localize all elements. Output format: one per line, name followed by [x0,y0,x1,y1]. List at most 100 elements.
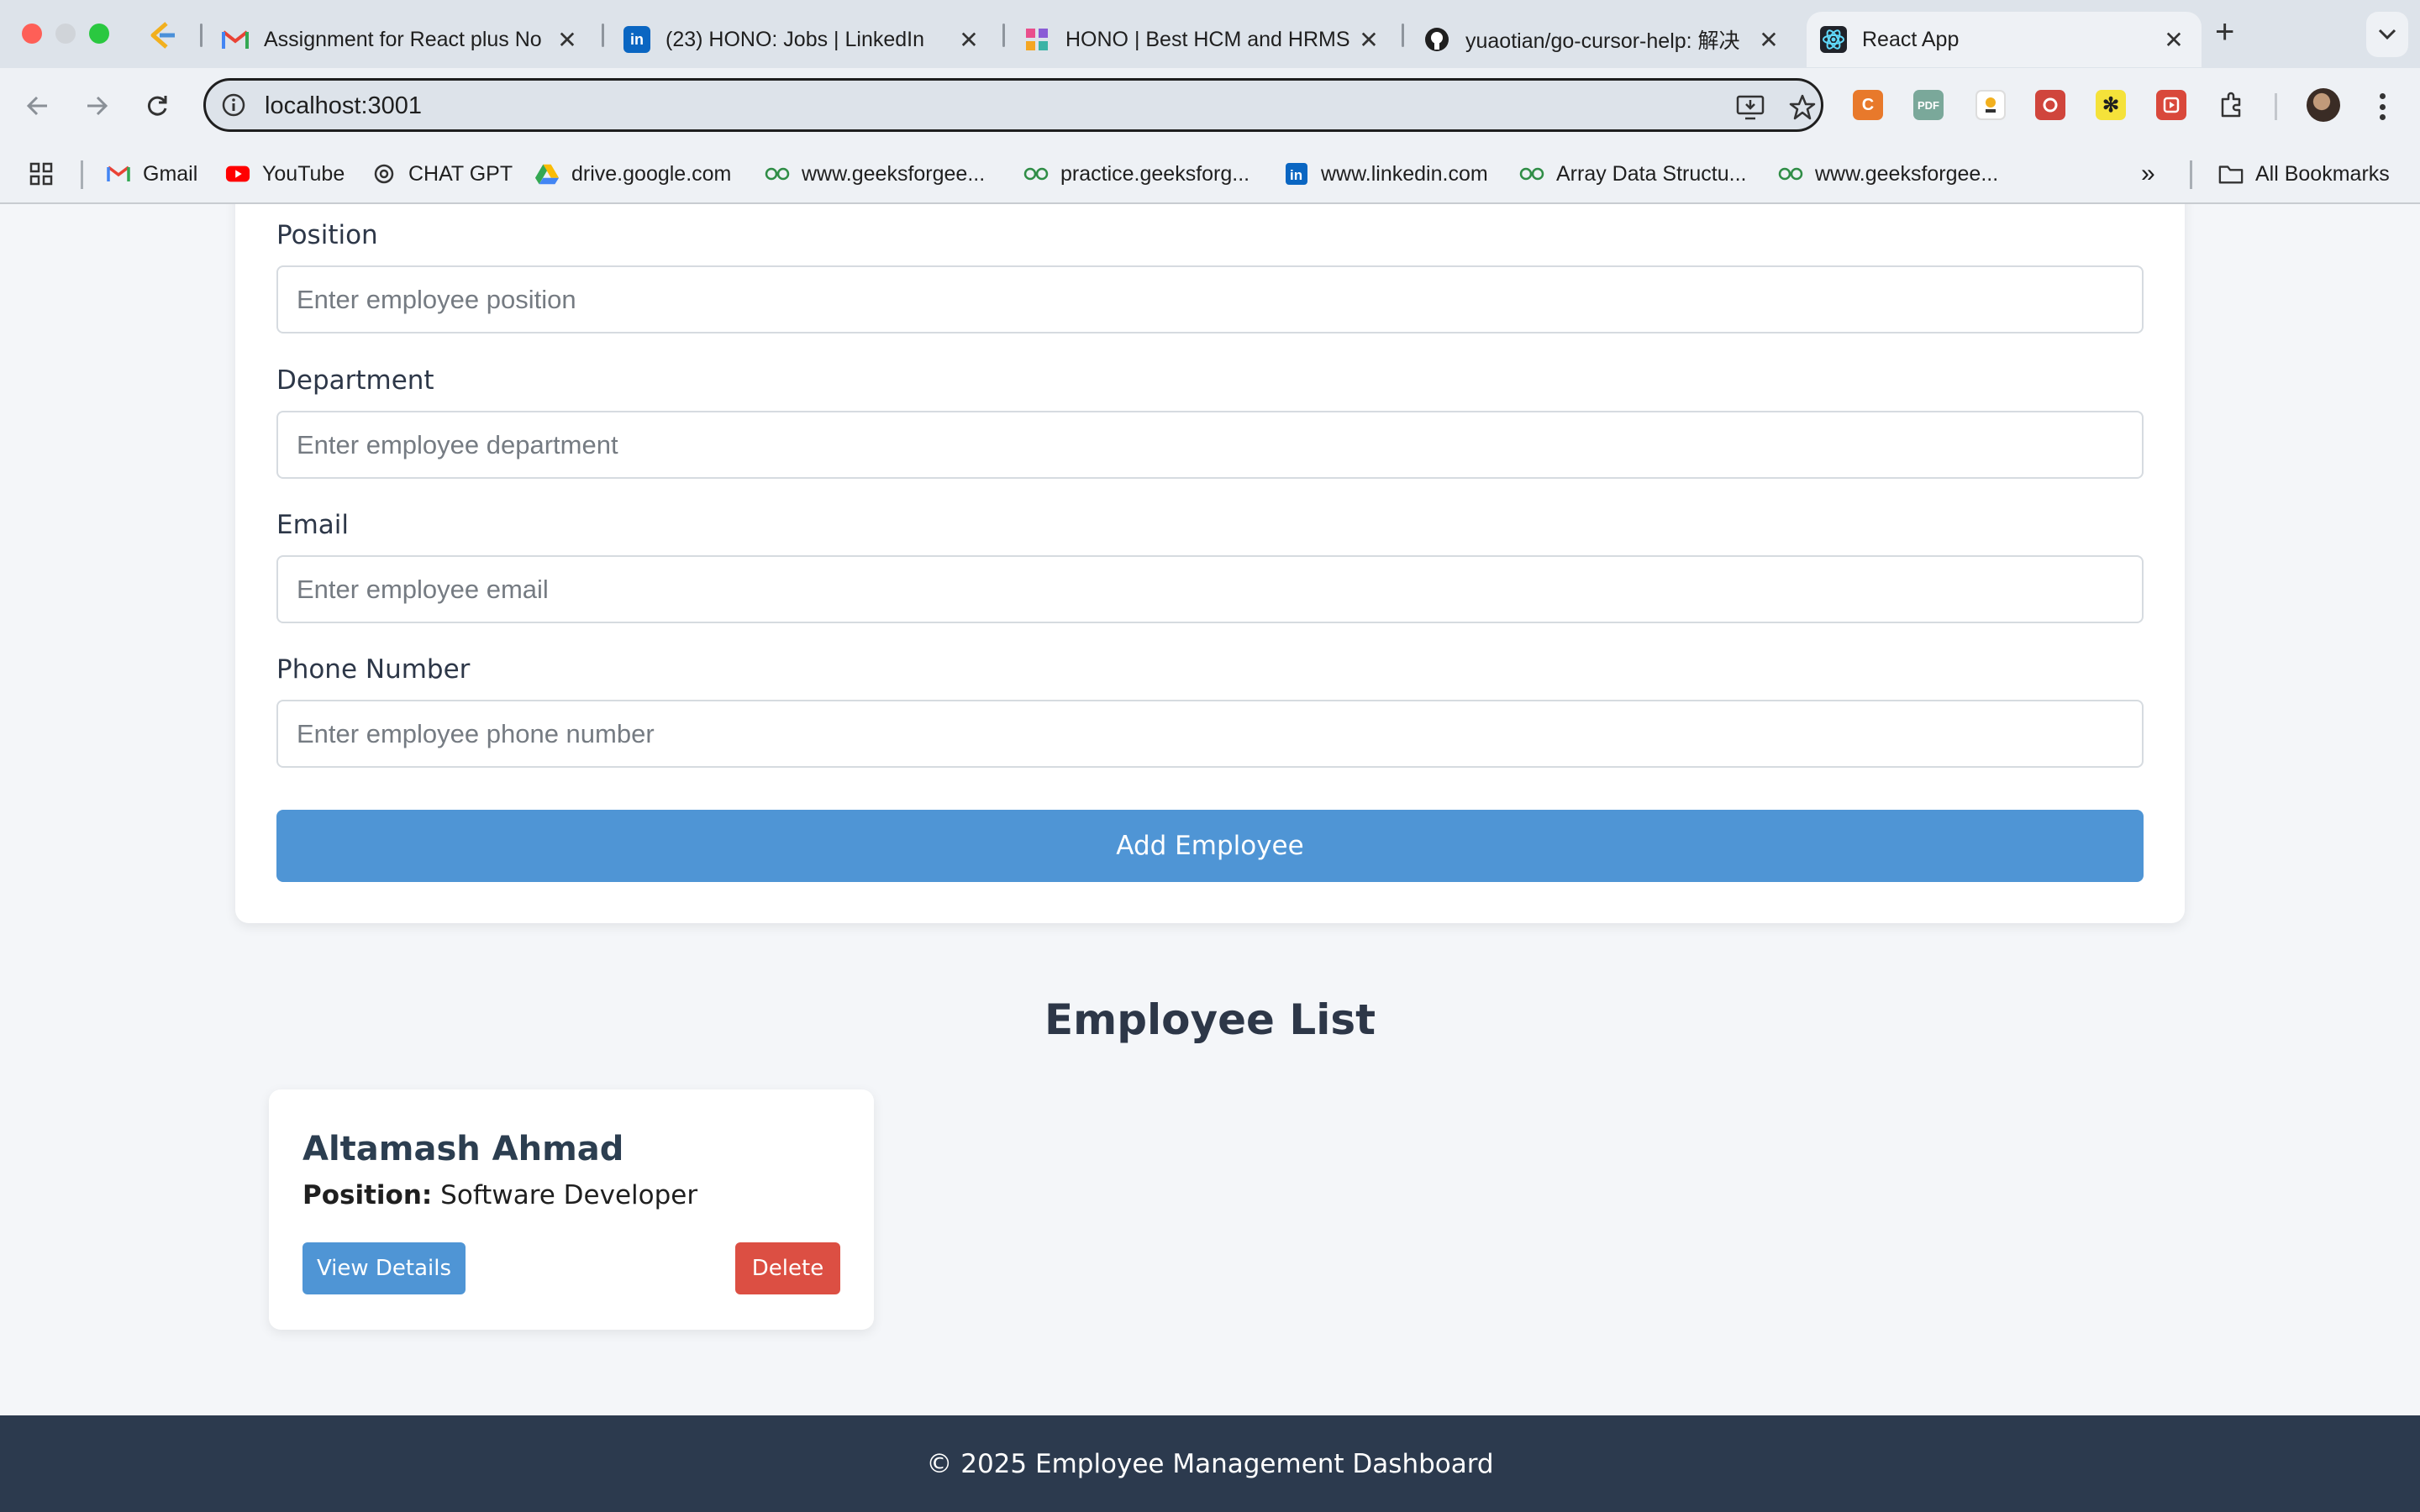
tab-search-button[interactable] [2366,12,2408,57]
more-bookmarks-chevron-icon[interactable]: » [2141,157,2155,191]
tab-hono[interactable]: HONO | Best HCM and HRMS ✕ [1010,12,1397,67]
hono-icon [1023,26,1050,53]
bookmark-label: CHAT GPT [408,161,513,186]
geeksforgeeks-icon [765,161,790,186]
close-icon[interactable]: ✕ [555,26,580,54]
bookmark-array-data-structure[interactable]: Array Data Structu... [1519,157,1746,191]
folder-icon [2218,161,2244,186]
badge-extension-icon[interactable] [1975,90,2006,120]
add-employee-button[interactable]: Add Employee [276,810,2144,882]
tab-separator [1402,24,1404,47]
youtube-icon [225,161,250,186]
bookmark-label: Gmail [143,161,198,186]
puzzle-red-extension-icon[interactable] [2035,90,2065,120]
react-icon [1820,26,1847,53]
pdf-extension-icon[interactable]: PDF [1913,90,1944,120]
bookmark-geeksforgeeks-practice[interactable]: practice.geeksforg... [1023,157,1249,191]
profile-avatar[interactable] [2307,88,2340,122]
bookmark-label: practice.geeksforg... [1060,161,1250,186]
close-window-button[interactable] [22,24,42,44]
linkedin-icon: in [623,26,650,53]
bookmark-google-drive[interactable]: drive.google.com [534,157,731,191]
bookmark-geeksforgeeks[interactable]: www.geeksforgee... [765,157,985,191]
install-app-icon[interactable] [1733,91,1767,124]
video-extension-icon[interactable] [2156,90,2186,120]
position-input[interactable] [276,265,2144,333]
tab-linkedin[interactable]: in (23) HONO: Jobs | LinkedIn ✕ [610,12,997,67]
bookmarks-separator [2190,160,2192,189]
bookmark-youtube[interactable]: YouTube [225,157,345,191]
arrow-right-icon [87,96,108,116]
svg-text:in: in [1290,167,1302,183]
browser-toolbar: localhost:3001 C PDF ✻ [0,68,2420,144]
close-icon[interactable]: ✕ [2161,26,2186,54]
reload-button[interactable] [138,87,176,125]
bookmark-label: YouTube [262,161,345,186]
phone-number-label: Phone Number [276,654,471,685]
forward-button[interactable] [77,87,116,125]
tab-title: HONO | Best HCM and HRMS [1065,27,1350,51]
employee-card: Altamash Ahmad Position: Software Develo… [269,1089,874,1330]
position-value: Software Developer [440,1180,698,1210]
bookmark-label: www.linkedin.com [1321,161,1488,186]
page-content: Position Department Email Phone Number A… [0,204,2420,1512]
bookmark-label: Array Data Structu... [1556,161,1747,186]
footer-text: © 2025 Employee Management Dashboard [926,1448,1494,1479]
view-details-button[interactable]: View Details [302,1242,466,1294]
asterisk-extension-icon[interactable]: ✻ [2096,90,2126,120]
page-footer: © 2025 Employee Management Dashboard [0,1415,2420,1512]
all-bookmarks-folder[interactable]: All Bookmarks [2218,157,2390,191]
close-icon[interactable]: ✕ [1756,26,1781,54]
employee-position: Position: Software Developer [302,1180,697,1210]
department-input[interactable] [276,411,2144,479]
position-field-label: Position: [302,1180,433,1210]
tab-separator [602,24,604,47]
arrow-left-icon [26,96,47,116]
all-bookmarks-label: All Bookmarks [2255,161,2390,186]
delete-button[interactable]: Delete [735,1242,840,1294]
bookmark-geeksforgeeks-2[interactable]: www.geeksforgee... [1778,157,1998,191]
tab-gmail[interactable]: Assignment for React plus No ✕ [208,12,595,67]
position-label: Position [276,220,378,250]
google-drive-icon [534,161,560,186]
back-button[interactable] [18,87,57,125]
bookmark-label: www.geeksforgee... [802,161,986,186]
extensions-puzzle-icon[interactable] [2217,90,2247,120]
close-icon[interactable]: ✕ [956,26,981,54]
linkedin-icon: in [1284,161,1309,186]
c-extension-icon[interactable]: C [1853,90,1883,120]
tab-separator [200,24,203,47]
browser-menu-icon[interactable] [2368,88,2396,125]
email-label: Email [276,510,350,540]
phone-number-input[interactable] [276,700,2144,768]
reload-icon [147,96,167,116]
chevron-down-icon [2378,29,2396,40]
tab-github[interactable]: yuaotian/go-cursor-help: 解决 ✕ [1410,12,1797,67]
employee-name: Altamash Ahmad [302,1130,624,1168]
bookmark-label: drive.google.com [571,161,732,186]
minimize-window-button[interactable] [55,24,76,44]
tab-separator [1002,24,1005,47]
close-icon[interactable]: ✕ [1356,26,1381,54]
bookmark-linkedin[interactable]: in www.linkedin.com [1284,157,1488,191]
apps-grid-icon[interactable] [29,157,54,191]
geeksforgeeks-icon [1023,161,1049,186]
github-icon [1423,26,1450,53]
employee-list-title: Employee List [1044,995,1376,1044]
site-info-icon[interactable] [216,87,251,123]
gmail-icon [222,26,249,53]
zoom-window-button[interactable] [89,24,109,44]
bookmark-gmail[interactable]: Gmail [106,157,197,191]
tab-title: yuaotian/go-cursor-help: 解决 [1465,29,1740,53]
address-bar[interactable]: localhost:3001 [203,78,1823,132]
gmail-icon [106,161,131,186]
new-tab-button[interactable]: + [2215,13,2234,51]
tab-react-app[interactable]: React App ✕ [1807,12,2202,67]
email-input[interactable] [276,555,2144,623]
bookmarks-bar: Gmail YouTube CHAT GPT drive.google.com … [0,144,2420,204]
department-label: Department [276,365,434,396]
bookmark-chat-gpt[interactable]: CHAT GPT [371,157,513,191]
bookmark-label: www.geeksforgee... [1815,161,1999,186]
bookmark-star-icon[interactable] [1786,91,1819,124]
pinned-tab[interactable] [145,17,182,54]
